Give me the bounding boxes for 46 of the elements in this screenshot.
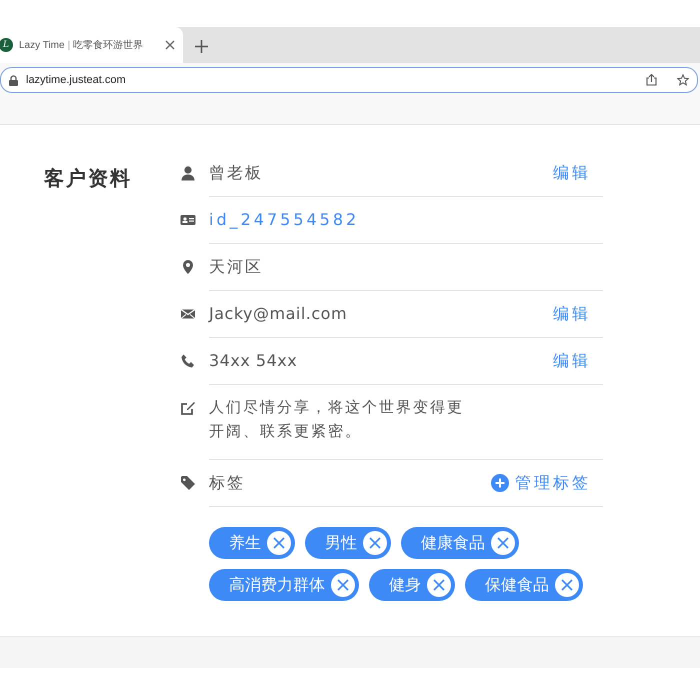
- share-icon[interactable]: [646, 74, 657, 86]
- tag-icon: [180, 475, 196, 491]
- tag-chip[interactable]: 保健食品: [465, 569, 583, 601]
- site-logo: L: [0, 38, 13, 52]
- tab-title: Lazy Time | 吃零食环游世界: [19, 38, 144, 52]
- star-icon[interactable]: [677, 74, 689, 86]
- person-icon: [180, 165, 196, 181]
- address-bar[interactable]: lazytime.justeat.com: [0, 67, 698, 93]
- tag-chip[interactable]: 高消费力群体: [209, 569, 359, 601]
- edit-icon: [180, 400, 196, 416]
- tag-chip[interactable]: 养生: [209, 527, 295, 559]
- remove-icon[interactable]: [363, 531, 387, 555]
- field-value: id_247554582: [209, 209, 360, 231]
- phone-icon: [180, 353, 196, 369]
- edit-link[interactable]: 编辑: [553, 162, 591, 184]
- field-label: 标签: [209, 472, 245, 494]
- field-value: 人们尽情分享，将这个世界变得更开阔、联系更紧密。: [209, 397, 465, 442]
- tag-chip[interactable]: 男性: [305, 527, 391, 559]
- remove-icon[interactable]: [267, 531, 291, 555]
- browser-tab[interactable]: L Lazy Time | 吃零食环游世界: [0, 27, 183, 63]
- remove-icon[interactable]: [491, 531, 515, 555]
- section-title: 客户资料: [43, 165, 133, 192]
- edit-link[interactable]: 编辑: [553, 350, 591, 372]
- field-value: 天河区: [209, 256, 263, 278]
- tag-label: 保健食品: [485, 574, 549, 596]
- new-tab-icon[interactable]: [195, 40, 208, 53]
- plus-icon: [491, 474, 509, 492]
- tag-label: 高消费力群体: [229, 574, 325, 596]
- tag-label: 健身: [389, 574, 421, 596]
- id-card-icon: [180, 212, 196, 228]
- tag-label: 养生: [229, 532, 261, 554]
- remove-icon[interactable]: [331, 573, 355, 597]
- manage-tags-link[interactable]: 管理标签: [491, 472, 591, 494]
- field-value: 34xx 54xx: [209, 350, 298, 372]
- tag-label: 男性: [325, 532, 357, 554]
- remove-icon[interactable]: [427, 573, 451, 597]
- tag-chip[interactable]: 健康食品: [401, 527, 519, 559]
- remove-icon[interactable]: [555, 573, 579, 597]
- lock-icon: [9, 74, 18, 86]
- location-pin-icon: [180, 259, 196, 275]
- edit-link[interactable]: 编辑: [553, 303, 591, 325]
- tag-chip[interactable]: 健身: [369, 569, 455, 601]
- field-value: 曾老板: [209, 162, 263, 184]
- close-icon[interactable]: [165, 40, 175, 50]
- field-value: Jacky@mail.com: [209, 303, 348, 325]
- tag-label: 健康食品: [421, 532, 485, 554]
